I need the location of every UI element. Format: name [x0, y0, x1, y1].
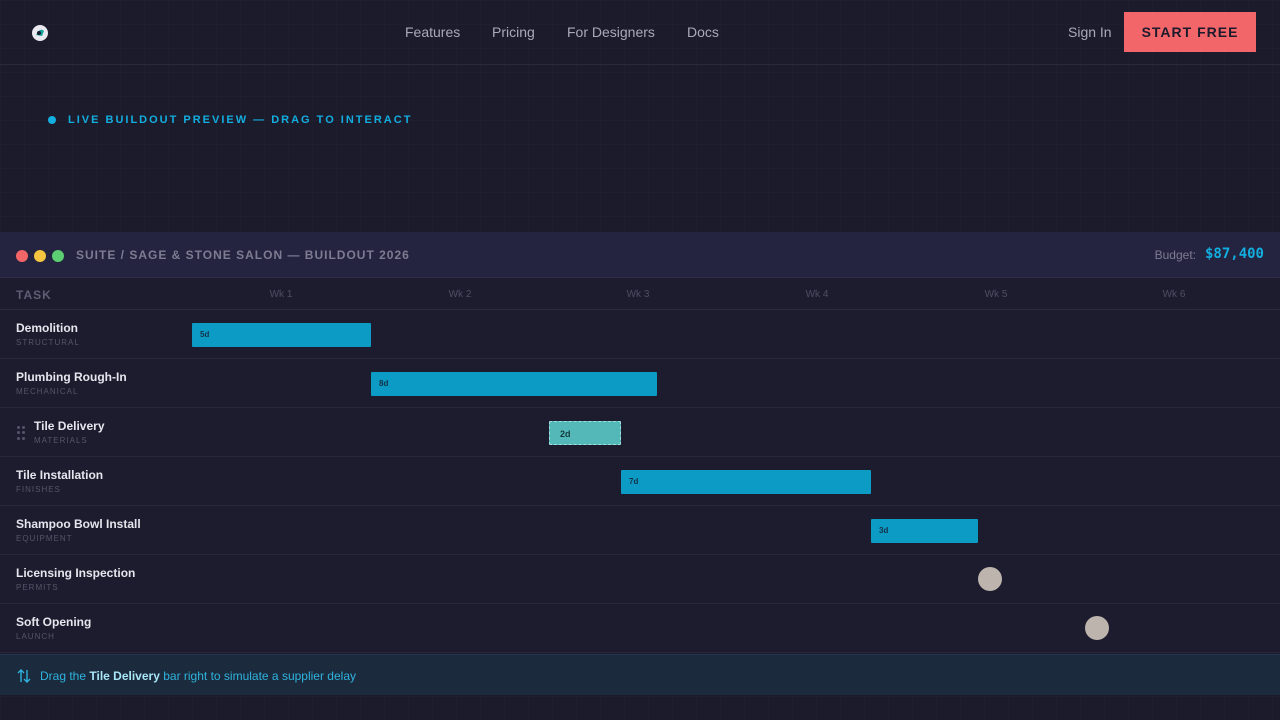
task-name: Licensing Inspection [16, 566, 136, 580]
hint-task-name: Tile Delivery [89, 669, 160, 683]
sign-in-link[interactable]: Sign In [1068, 24, 1112, 40]
budget-label: Budget: [1154, 248, 1196, 262]
task-bar-plumbing-rough-in: 8d [371, 372, 657, 396]
live-indicator-dot [48, 116, 56, 124]
budget-value: $87,400 [1204, 246, 1264, 262]
task-duration: 5d [200, 330, 210, 339]
task-row-plumbing-rough-in: Plumbing Rough-In MECHANICAL 8d [0, 359, 1280, 408]
task-duration: 7d [629, 477, 639, 486]
drag-hint-text: Drag the Tile Delivery bar right to simu… [40, 669, 356, 683]
gantt-column-header: TASK Wk 1 Wk 2 Wk 3 Wk 4 Wk 5 Wk 6 [0, 278, 1280, 310]
nav-link-features[interactable]: Features [405, 24, 460, 40]
live-preview-eyebrow: LIVE BUILDOUT PREVIEW — DRAG TO INTERACT [48, 113, 412, 127]
nav-link-docs[interactable]: Docs [687, 24, 719, 40]
nav-link-pricing[interactable]: Pricing [492, 24, 535, 40]
nav-link-for-designers[interactable]: For Designers [567, 24, 655, 40]
drag-handle-icon[interactable] [17, 426, 25, 440]
window-titlebar: SUITE / SAGE & STONE SALON — BUILDOUT 20… [0, 232, 1280, 278]
task-column-header: TASK [16, 288, 52, 302]
gantt-preview-window: SUITE / SAGE & STONE SALON — BUILDOUT 20… [0, 232, 1280, 695]
window-title: SUITE / SAGE & STONE SALON — BUILDOUT 20… [76, 248, 410, 262]
window-close-dot [16, 250, 28, 262]
task-name: Tile Installation [16, 468, 104, 482]
week-label: Wk 2 [448, 289, 472, 300]
task-name: Plumbing Rough-In [16, 370, 127, 384]
task-bar-demolition: 5d [192, 323, 371, 347]
drag-hint-bar: Drag the Tile Delivery bar right to simu… [0, 654, 1280, 695]
eyebrow-text: LIVE BUILDOUT PREVIEW — DRAG TO INTERACT [68, 114, 413, 126]
task-row-tile-delivery: Tile Delivery MATERIALS 2d [0, 408, 1280, 457]
task-category: EQUIPMENT [16, 534, 73, 543]
task-row-soft-opening: Soft Opening LAUNCH [0, 604, 1280, 653]
task-category: LAUNCH [16, 632, 55, 641]
task-duration: 8d [379, 379, 389, 388]
week-label: Wk 1 [269, 289, 293, 300]
task-duration: 2d [560, 429, 571, 439]
task-name: Tile Delivery [34, 419, 105, 433]
task-category: FINISHES [16, 485, 61, 494]
task-row-shampoo-bowl-install: Shampoo Bowl Install EQUIPMENT 3d [0, 506, 1280, 555]
task-category: MATERIALS [34, 436, 88, 445]
task-category: MECHANICAL [16, 387, 79, 396]
task-bar-tile-delivery[interactable]: 2d [549, 421, 621, 445]
week-label: Wk 3 [626, 289, 650, 300]
task-name: Demolition [16, 321, 78, 335]
window-minimize-dot [34, 250, 46, 262]
task-row-licensing-inspection: Licensing Inspection PERMITS [0, 555, 1280, 604]
week-label: Wk 5 [984, 289, 1008, 300]
task-name: Soft Opening [16, 615, 92, 629]
task-duration: 3d [879, 526, 889, 535]
task-category: PERMITS [16, 583, 59, 592]
milestone-marker-licensing-inspection [978, 567, 1002, 591]
milestone-marker-soft-opening [1085, 616, 1109, 640]
swap-arrows-icon [17, 669, 31, 683]
window-maximize-dot [52, 250, 64, 262]
task-row-demolition: Demolition STRUCTURAL 5d [0, 310, 1280, 359]
start-free-button[interactable]: START FREE [1124, 12, 1256, 52]
task-bar-tile-installation: 7d [621, 470, 871, 494]
week-label: Wk 4 [805, 289, 829, 300]
top-nav: Features Pricing For Designers Docs Sign… [0, 0, 1280, 65]
task-bar-shampoo-bowl-install: 3d [871, 519, 978, 543]
task-category: STRUCTURAL [16, 338, 80, 347]
task-name: Shampoo Bowl Install [16, 517, 141, 531]
week-label: Wk 6 [1162, 289, 1186, 300]
task-row-tile-installation: Tile Installation FINISHES 7d [0, 457, 1280, 506]
